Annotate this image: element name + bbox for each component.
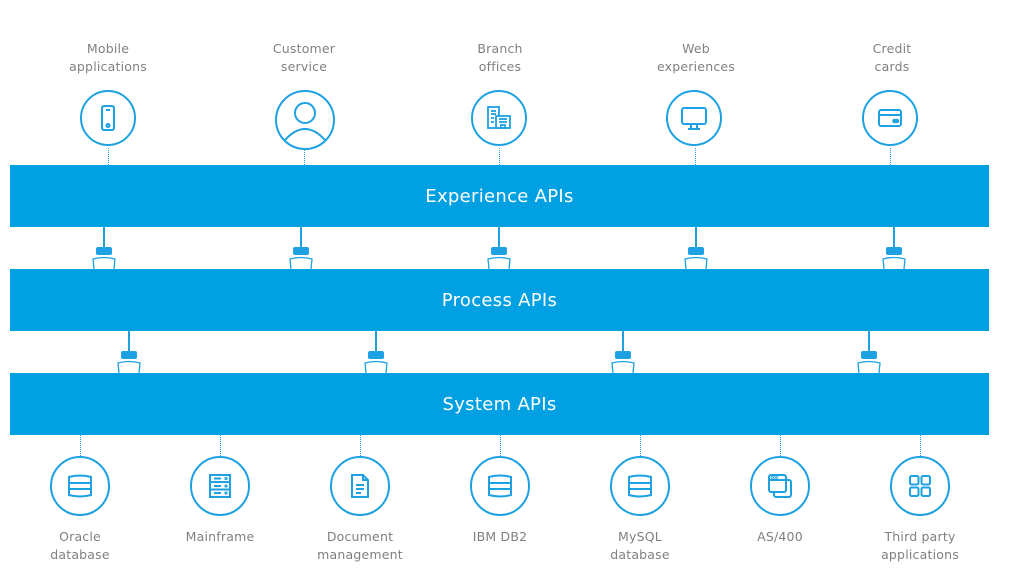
connector-line xyxy=(304,150,305,165)
node-credit-cards xyxy=(862,90,918,146)
node-label-credit-cards: Credit cards xyxy=(872,41,912,74)
connector-line xyxy=(80,435,81,458)
database-icon xyxy=(628,474,652,498)
connector-line xyxy=(360,435,361,458)
node-mysql-database xyxy=(610,456,670,516)
document-icon xyxy=(351,474,369,498)
node-label-mysql-database: MySQL database xyxy=(610,529,670,562)
plug-connector-icon xyxy=(882,226,906,270)
node-label-as400: AS/400 xyxy=(757,529,803,544)
node-web-experiences xyxy=(666,90,722,146)
node-label-branch-offices: Branch offices xyxy=(477,41,523,74)
node-mobile xyxy=(80,90,136,146)
node-branch-offices xyxy=(471,90,527,146)
plug-connector-icon xyxy=(289,226,313,270)
database-icon xyxy=(488,474,512,498)
windows-stack-icon xyxy=(768,474,792,498)
plug-connector-icon xyxy=(611,330,635,374)
node-label-mobile: Mobile applications xyxy=(69,41,147,74)
connector-line xyxy=(500,435,501,458)
node-label-oracle-database: Oracle database xyxy=(50,529,110,562)
connector-line xyxy=(890,148,891,165)
node-oracle-database xyxy=(50,456,110,516)
plug-connector-icon xyxy=(117,330,141,374)
mobile-phone-icon xyxy=(101,105,115,131)
node-document-management xyxy=(330,456,390,516)
app-grid-icon xyxy=(909,475,931,497)
monitor-icon xyxy=(681,107,707,130)
plug-connector-icon xyxy=(857,330,881,374)
node-customer-service xyxy=(275,90,335,150)
server-icon xyxy=(209,474,231,498)
connector-line xyxy=(695,148,696,165)
node-mainframe xyxy=(190,456,250,516)
node-label-web-experiences: Web experiences xyxy=(657,41,735,74)
node-label-mainframe: Mainframe xyxy=(185,529,255,544)
database-icon xyxy=(68,474,92,498)
connector-line xyxy=(108,148,109,165)
building-icon xyxy=(487,106,511,129)
node-ibm-db2 xyxy=(470,456,530,516)
system-apis-layer: System APIs xyxy=(10,373,989,435)
credit-card-icon xyxy=(878,109,902,127)
node-as400 xyxy=(750,456,810,516)
connector-line xyxy=(640,435,641,458)
user-icon xyxy=(284,102,326,141)
experience-apis-layer: Experience APIs xyxy=(10,165,989,227)
connector-line xyxy=(220,435,221,458)
node-label-customer-service: Customer service xyxy=(272,41,336,74)
node-label-third-party-applications: Third party applications xyxy=(881,529,959,562)
plug-connector-icon xyxy=(487,226,511,270)
plug-connector-icon xyxy=(684,226,708,270)
plug-connector-icon xyxy=(92,226,116,270)
connector-line xyxy=(920,435,921,458)
connector-line xyxy=(499,148,500,165)
process-apis-layer: Process APIs xyxy=(10,269,989,331)
node-label-document-management: Document management xyxy=(317,529,403,562)
plug-connector-icon xyxy=(364,330,388,374)
connector-line xyxy=(780,435,781,458)
node-third-party-applications xyxy=(890,456,950,516)
node-label-ibm-db2: IBM DB2 xyxy=(472,529,528,544)
